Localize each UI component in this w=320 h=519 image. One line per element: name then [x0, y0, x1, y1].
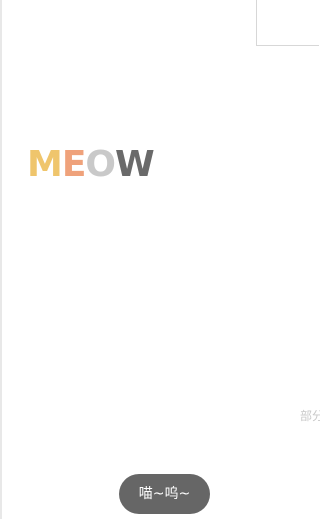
top-right-panel — [256, 0, 319, 46]
screen-left-edge — [0, 0, 2, 519]
meow-logo: M E O W — [27, 145, 160, 185]
logo-letter-o: O — [85, 144, 116, 185]
logo-letter-w: W — [115, 144, 155, 185]
partial-edge-text: 部分 — [300, 409, 320, 423]
logo-letter-e: E — [61, 144, 87, 185]
logo-letter-m: M — [27, 144, 63, 185]
toast-text: 喵~呜~ — [138, 486, 191, 502]
toast-message: 喵~呜~ — [119, 474, 210, 514]
